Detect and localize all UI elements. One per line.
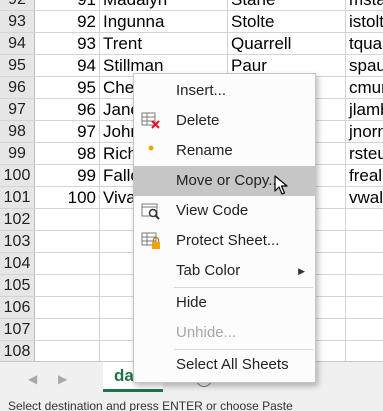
row-header[interactable]: 103: [0, 231, 35, 252]
cell-d[interactable]: cmurt: [346, 77, 383, 98]
row-header[interactable]: 108: [0, 341, 35, 362]
row-header[interactable]: 101: [0, 187, 35, 208]
row-header[interactable]: 96: [0, 77, 35, 98]
menu-item-select-all-sheets[interactable]: Select All Sheets: [134, 350, 315, 380]
table-row[interactable]: 9493TrentQuarrelltquar: [0, 33, 383, 55]
protect-sheet-icon: [141, 232, 161, 250]
menu-item-label: Select All Sheets: [176, 356, 289, 373]
cell-d[interactable]: [346, 341, 383, 362]
cell-c[interactable]: Stane: [228, 0, 346, 10]
cell-d[interactable]: freal: [346, 165, 383, 186]
delete-sheet-icon: [141, 112, 161, 130]
cell-a[interactable]: 96: [35, 99, 100, 120]
cell-d[interactable]: tquar: [346, 33, 383, 54]
row-header[interactable]: 98: [0, 121, 35, 142]
row-header[interactable]: 99: [0, 143, 35, 164]
cell-a[interactable]: [35, 209, 100, 230]
menu-item-delete[interactable]: Delete: [134, 106, 315, 136]
cell-d[interactable]: jlamb: [346, 99, 383, 120]
cell-a[interactable]: 93: [35, 33, 100, 54]
row-header[interactable]: 100: [0, 165, 35, 186]
cell-b[interactable]: Trent: [100, 33, 228, 54]
table-row[interactable]: 9291MadalynStanemstar: [0, 0, 383, 11]
cell-d[interactable]: [346, 275, 383, 296]
menu-item-label: Protect Sheet...: [176, 232, 280, 249]
cell-a[interactable]: 99: [35, 165, 100, 186]
menu-item-hide[interactable]: Hide: [134, 288, 315, 318]
cell-a[interactable]: 95: [35, 77, 100, 98]
cell-c[interactable]: Stolte: [228, 11, 346, 32]
cell-a[interactable]: 98: [35, 143, 100, 164]
cell-a[interactable]: [35, 297, 100, 318]
menu-item-rename[interactable]: Rename: [134, 136, 315, 166]
menu-item-label: Hide: [176, 294, 207, 311]
menu-item-insert[interactable]: Insert...: [134, 76, 315, 106]
sheet-tab-context-menu: Insert... Delete Rename Move or Copy...: [133, 73, 316, 383]
row-header[interactable]: 94: [0, 33, 35, 54]
row-header[interactable]: 104: [0, 253, 35, 274]
cell-a[interactable]: 97: [35, 121, 100, 142]
menu-item-label: View Code: [176, 202, 249, 219]
cell-a[interactable]: 100: [35, 187, 100, 208]
cell-d[interactable]: istolt: [346, 11, 383, 32]
menu-item-label: Tab Color: [176, 262, 241, 279]
cell-a[interactable]: 92: [35, 11, 100, 32]
table-row[interactable]: 93 92 Ingunna Stolte istolt: [0, 11, 383, 33]
cell-a[interactable]: [35, 275, 100, 296]
menu-item-unhide: Unhide...: [134, 318, 315, 348]
cell-d[interactable]: jnorn: [346, 121, 383, 142]
submenu-arrow-icon: ▶: [298, 266, 305, 276]
menu-item-label: Insert...: [176, 82, 227, 99]
menu-item-protect-sheet[interactable]: Protect Sheet...: [134, 226, 315, 256]
row-header[interactable]: 97: [0, 99, 35, 120]
cell-d[interactable]: rsteu: [346, 143, 383, 164]
cell-a[interactable]: 91: [35, 0, 100, 10]
cell-b[interactable]: Ingunna: [100, 11, 228, 32]
status-bar-text: Select destination and press ENTER or ch…: [0, 395, 383, 411]
mouse-pointer-icon: [274, 175, 288, 200]
cell-d[interactable]: mstar: [346, 0, 383, 10]
cell-b[interactable]: Madalyn: [100, 0, 228, 10]
row-header[interactable]: 107: [0, 319, 35, 340]
menu-item-label: Rename: [176, 142, 233, 159]
cell-d[interactable]: [346, 253, 383, 274]
menu-item-view-code[interactable]: View Code: [134, 196, 315, 226]
cell-d[interactable]: [346, 209, 383, 230]
row-header[interactable]: 92: [0, 0, 35, 10]
cell-a[interactable]: [35, 231, 100, 252]
menu-item-label: Move or Copy...: [176, 172, 281, 189]
cell-a[interactable]: [35, 319, 100, 340]
cell-a[interactable]: [35, 341, 100, 362]
menu-item-label: Delete: [176, 112, 220, 129]
cell-d[interactable]: spaur: [346, 55, 383, 76]
row-header[interactable]: 95: [0, 55, 35, 76]
cell-a[interactable]: 94: [35, 55, 100, 76]
scroll-tabs-right-icon[interactable]: ▶: [58, 372, 67, 386]
cell-d[interactable]: [346, 231, 383, 252]
row-header[interactable]: 105: [0, 275, 35, 296]
view-code-icon: [141, 202, 161, 220]
row-header[interactable]: 106: [0, 297, 35, 318]
cell-d[interactable]: [346, 319, 383, 340]
rename-dot-icon: [141, 142, 161, 160]
row-header[interactable]: 102: [0, 209, 35, 230]
cell-d[interactable]: vwall: [346, 187, 383, 208]
cell-a[interactable]: [35, 253, 100, 274]
cell-c[interactable]: Quarrell: [228, 33, 346, 54]
scroll-tabs-left-icon[interactable]: ◀: [28, 372, 37, 386]
row-header[interactable]: 93: [0, 11, 35, 32]
menu-item-label: Unhide...: [176, 324, 237, 341]
menu-item-tab-color[interactable]: Tab Color ▶: [134, 256, 315, 286]
cell-d[interactable]: [346, 297, 383, 318]
